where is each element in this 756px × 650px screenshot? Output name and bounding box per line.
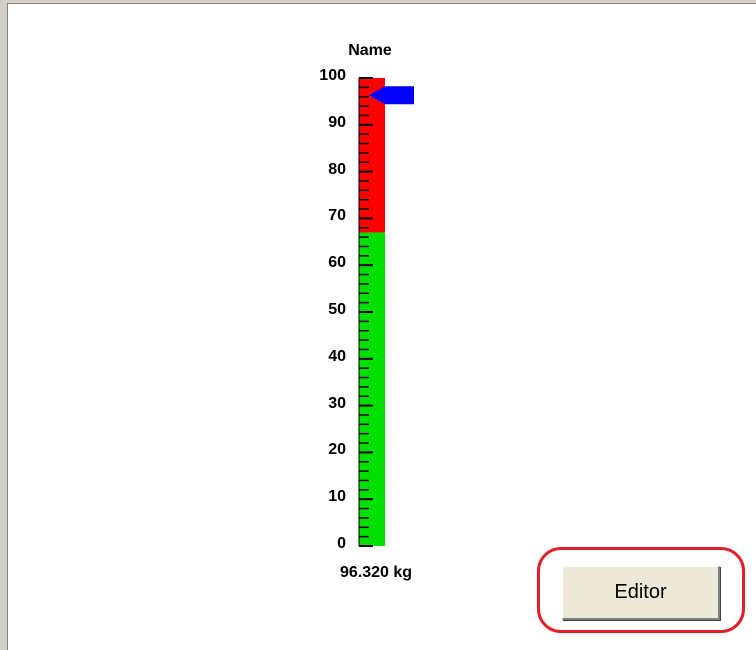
gauge-scale-label: 60 xyxy=(328,254,346,272)
gauge-scale-label: 30 xyxy=(328,394,346,412)
gauge-scale-label: 20 xyxy=(328,441,346,459)
gauge-scale-label: 40 xyxy=(328,347,346,365)
gauge-scale-label: 100 xyxy=(319,67,346,84)
gauge-scale-label: 70 xyxy=(328,207,346,225)
panel-left-border xyxy=(0,0,7,650)
editor-button-label: Editor xyxy=(614,581,667,603)
vertical-bar-gauge xyxy=(358,77,414,547)
gauge-scale-label: 90 xyxy=(328,113,346,131)
panel-left-shadow xyxy=(7,3,8,650)
gauge-scale-label: 80 xyxy=(328,160,346,178)
gauge-scale-label: 0 xyxy=(337,535,346,552)
panel-top-shadow xyxy=(7,3,756,4)
editor-button[interactable]: Editor xyxy=(562,566,720,620)
gauge-readout: 96.320 kg xyxy=(340,564,413,581)
gauge-title: Name xyxy=(348,42,392,59)
gauge-scale-label: 50 xyxy=(328,301,346,318)
gauge-panel: Name 100 90 80 70 60 50 40 30 20 10 0 96.320 kg Ed… xyxy=(0,0,756,650)
gauge-scale-label: 10 xyxy=(328,488,346,506)
